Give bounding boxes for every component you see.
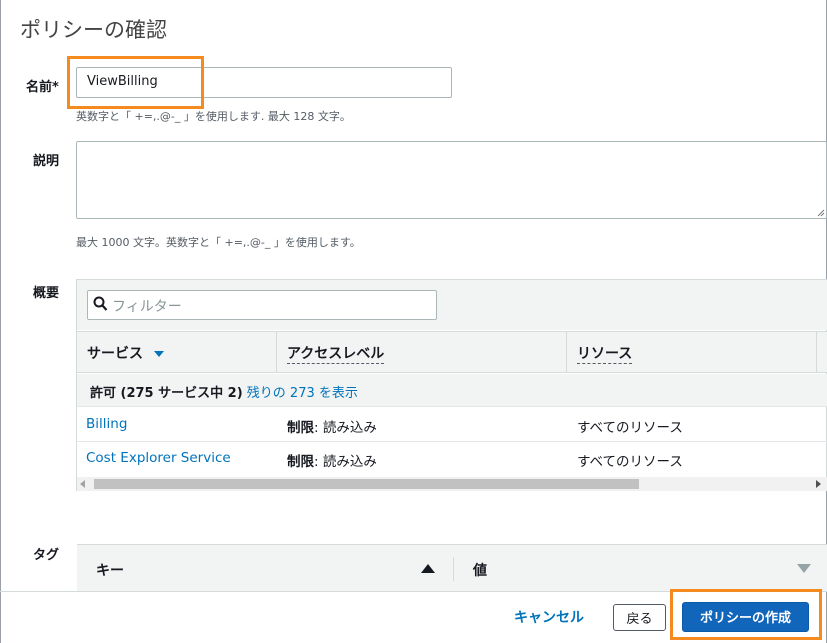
description-textarea[interactable] [76,141,827,219]
scroll-left-icon[interactable] [80,480,86,488]
column-divider [453,557,454,581]
sort-asc-icon[interactable] [421,564,435,573]
tags-column-value[interactable]: 値 [473,560,487,580]
filter-placeholder: フィルター [112,299,182,315]
resource-cell: すべてのリソース [577,420,683,436]
sort-desc-icon[interactable] [797,564,811,573]
tags-label: タグ [33,548,60,563]
policy-name-value: ViewBilling [87,74,158,89]
tags-table-header [77,544,827,591]
service-link-billing[interactable]: Billing [86,416,127,432]
group-allowed-count: 許可 (275 サービス中 2) [90,386,243,401]
tags-column-key[interactable]: キー [96,560,124,580]
column-divider [276,331,277,373]
access-level-cell: 制限: 読み込み [287,416,377,436]
footer-divider [0,591,827,592]
column-header-service[interactable]: サービス [87,343,164,363]
resize-handle-icon[interactable] [817,209,825,217]
access-level-bold: 制限 [287,454,314,470]
name-label: 名前* [26,80,59,95]
description-hint: 最大 1000 文字。英数字と「 +=,.@-_ 」を使用します。 [76,236,361,249]
access-level-rest: : 読み込み [314,420,377,436]
search-icon [93,296,108,311]
scroll-right-icon[interactable] [816,480,822,488]
access-level-cell: 制限: 読み込み [287,450,377,470]
column-header-access-level-label: アクセスレベル [287,346,385,364]
column-header-resource[interactable]: リソース [577,343,633,364]
show-remaining-link[interactable]: 残りの 273 を表示 [247,386,358,401]
row-divider [77,441,827,442]
service-link-cost-explorer[interactable]: Cost Explorer Service [86,450,231,466]
table-header [77,331,827,373]
name-hint: 英数字と「 +=,.@-_ 」を使用します. 最大 128 文字。 [76,110,351,123]
window-border-left [0,0,1,643]
description-label: 説明 [33,154,60,169]
column-header-access-level[interactable]: アクセスレベル [287,343,385,364]
create-policy-button[interactable]: ポリシーの作成 [682,602,809,632]
back-button[interactable]: 戻る [613,604,666,631]
sort-desc-icon [153,351,164,357]
group-row-text: 許可 (275 サービス中 2) 残りの 273 を表示 [90,382,358,401]
access-level-rest: : 読み込み [314,454,377,470]
resource-cell: すべてのリソース [577,454,683,470]
column-divider [566,331,567,373]
scrollbar-thumb[interactable] [94,479,639,489]
summary-label: 概要 [33,286,60,301]
page-title: ポリシーの確認 [20,18,167,42]
policy-name-input[interactable]: ViewBilling [76,67,452,98]
column-divider [816,331,817,373]
column-header-resource-label: リソース [577,346,633,364]
column-header-service-label: サービス [87,346,143,362]
cancel-button[interactable]: キャンセル [508,604,590,630]
access-level-bold: 制限 [287,420,314,436]
